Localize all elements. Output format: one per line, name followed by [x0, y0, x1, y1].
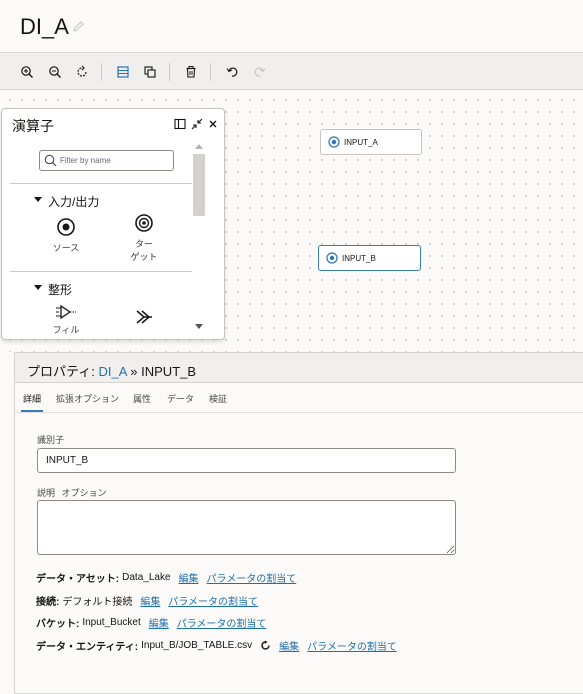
join-icon: [136, 310, 152, 324]
section-header-io[interactable]: 入力/出力: [34, 193, 100, 210]
description-optional: オプション: [61, 488, 107, 498]
tab-data[interactable]: データ: [167, 392, 194, 412]
section-header-shaping[interactable]: 整形: [34, 281, 73, 298]
scroll-up-icon[interactable]: [195, 144, 203, 149]
row-key: バケット:: [36, 619, 80, 630]
operators-palette: 演算子 入力/出力 ソース ター ゲット 整形 フィル 結合: [1, 108, 225, 340]
canvas-node-input-b[interactable]: INPUT_B: [318, 245, 421, 271]
source-node-icon: [328, 136, 340, 148]
data-entity-row: データ・エンティティ: Input_B/JOB_TABLE.csv 編集 パラメ…: [36, 638, 397, 653]
reset-view-icon[interactable]: [71, 61, 93, 83]
properties-title: プロパティ: DI_A » INPUT_B: [27, 361, 196, 380]
dock-panel-icon[interactable]: [173, 117, 187, 131]
edit-link[interactable]: 編集: [279, 638, 299, 653]
undo-icon[interactable]: [221, 61, 243, 83]
caret-down-icon: [34, 285, 42, 290]
tab-attributes[interactable]: 属性: [133, 392, 151, 412]
properties-panel: プロパティ: DI_A » INPUT_B 詳細 拡張オプション 属性 データ …: [14, 352, 583, 694]
palette-scrollbar-thumb[interactable]: [193, 154, 205, 216]
toolbar-divider: [101, 63, 102, 81]
identifier-label: 識別子: [37, 435, 65, 445]
toolbar-divider: [210, 63, 211, 81]
edit-link[interactable]: 編集: [149, 615, 169, 630]
copy-icon[interactable]: [139, 61, 161, 83]
row-key: データ・アセット:: [36, 574, 120, 585]
row-key: データ・エンティティ:: [36, 642, 139, 653]
page-title: DI_A: [20, 14, 69, 39]
target-icon: [135, 214, 153, 232]
operator-label: ソース: [52, 243, 80, 253]
row-value: Input_B/JOB_TABLE.csv: [141, 640, 253, 651]
edit-link[interactable]: 編集: [179, 570, 199, 585]
tab-advanced-options[interactable]: 拡張オプション: [56, 392, 119, 412]
source-icon: [57, 218, 75, 236]
toolbar-divider: [169, 63, 170, 81]
operator-label-line: ゲット: [130, 252, 158, 262]
properties-prefix: プロパティ:: [27, 364, 95, 379]
connection-row: 接続: デフォルト接続 編集 パラメータの割当て: [36, 593, 258, 608]
operator-source[interactable]: ソース: [36, 217, 96, 255]
close-icon[interactable]: [206, 117, 220, 131]
section-divider: [10, 183, 192, 184]
description-field[interactable]: [37, 500, 456, 555]
edit-pencil-icon[interactable]: [72, 20, 86, 34]
node-label: INPUT_B: [342, 253, 376, 263]
caret-down-icon: [34, 197, 42, 202]
collapse-icon[interactable]: [190, 117, 204, 131]
filter-icon: [56, 304, 76, 320]
node-label: INPUT_A: [344, 137, 378, 147]
identifier-field[interactable]: INPUT_B: [37, 448, 456, 473]
redo-icon[interactable]: [249, 61, 271, 83]
refresh-icon[interactable]: [260, 640, 271, 651]
canvas-node-input-a[interactable]: INPUT_A: [320, 129, 422, 155]
assign-parameter-link[interactable]: パラメータの割当て: [168, 593, 258, 608]
edit-link[interactable]: 編集: [140, 593, 160, 608]
search-input[interactable]: [60, 153, 170, 168]
operator-join[interactable]: 結合: [114, 309, 174, 339]
operator-filter[interactable]: フィル: [36, 304, 96, 337]
description-label: 説明 オプション: [37, 486, 107, 499]
zoom-in-icon[interactable]: [16, 61, 38, 83]
delete-icon[interactable]: [180, 61, 202, 83]
panel-layout-icon[interactable]: [112, 61, 134, 83]
data-asset-row: データ・アセット: Data_Lake 編集 パラメータの割当て: [36, 570, 296, 585]
search-icon: [44, 154, 57, 172]
assign-parameter-link[interactable]: パラメータの割当て: [307, 638, 397, 653]
tabs-divider: [15, 412, 583, 413]
assign-parameter-link[interactable]: パラメータの割当て: [207, 570, 297, 585]
row-value: Input_Bucket: [82, 617, 141, 628]
operator-label: フィル: [52, 325, 80, 335]
palette-title: 演算子: [12, 118, 54, 134]
tab-details[interactable]: 詳細: [23, 392, 41, 412]
properties-header: プロパティ: DI_A » INPUT_B: [15, 353, 583, 383]
assign-parameter-link[interactable]: パラメータの割当て: [177, 615, 267, 630]
row-key: 接続:: [36, 597, 60, 608]
scroll-down-icon[interactable]: [195, 324, 203, 329]
title-bar: DI_A: [0, 0, 583, 52]
row-value: Data_Lake: [122, 572, 171, 583]
flow-link[interactable]: DI_A: [98, 364, 126, 379]
node-name: INPUT_B: [141, 364, 197, 379]
operator-target[interactable]: ター ゲット: [114, 213, 174, 264]
operator-label-line: ター: [134, 239, 153, 249]
zoom-out-icon[interactable]: [44, 61, 66, 83]
bucket-row: バケット: Input_Bucket 編集 パラメータの割当て: [36, 615, 266, 630]
description-label-text: 説明: [37, 488, 56, 498]
active-tab-indicator: [21, 410, 43, 412]
operator-search[interactable]: [39, 150, 174, 171]
section-label: 入力/出力: [48, 195, 100, 209]
section-divider: [10, 271, 192, 272]
canvas-toolbar: [0, 52, 583, 90]
tab-validation[interactable]: 検証: [209, 392, 227, 412]
section-label: 整形: [48, 283, 73, 297]
breadcrumb-separator: »: [130, 364, 138, 379]
source-node-icon: [326, 252, 338, 264]
row-value: デフォルト接続: [62, 597, 133, 608]
